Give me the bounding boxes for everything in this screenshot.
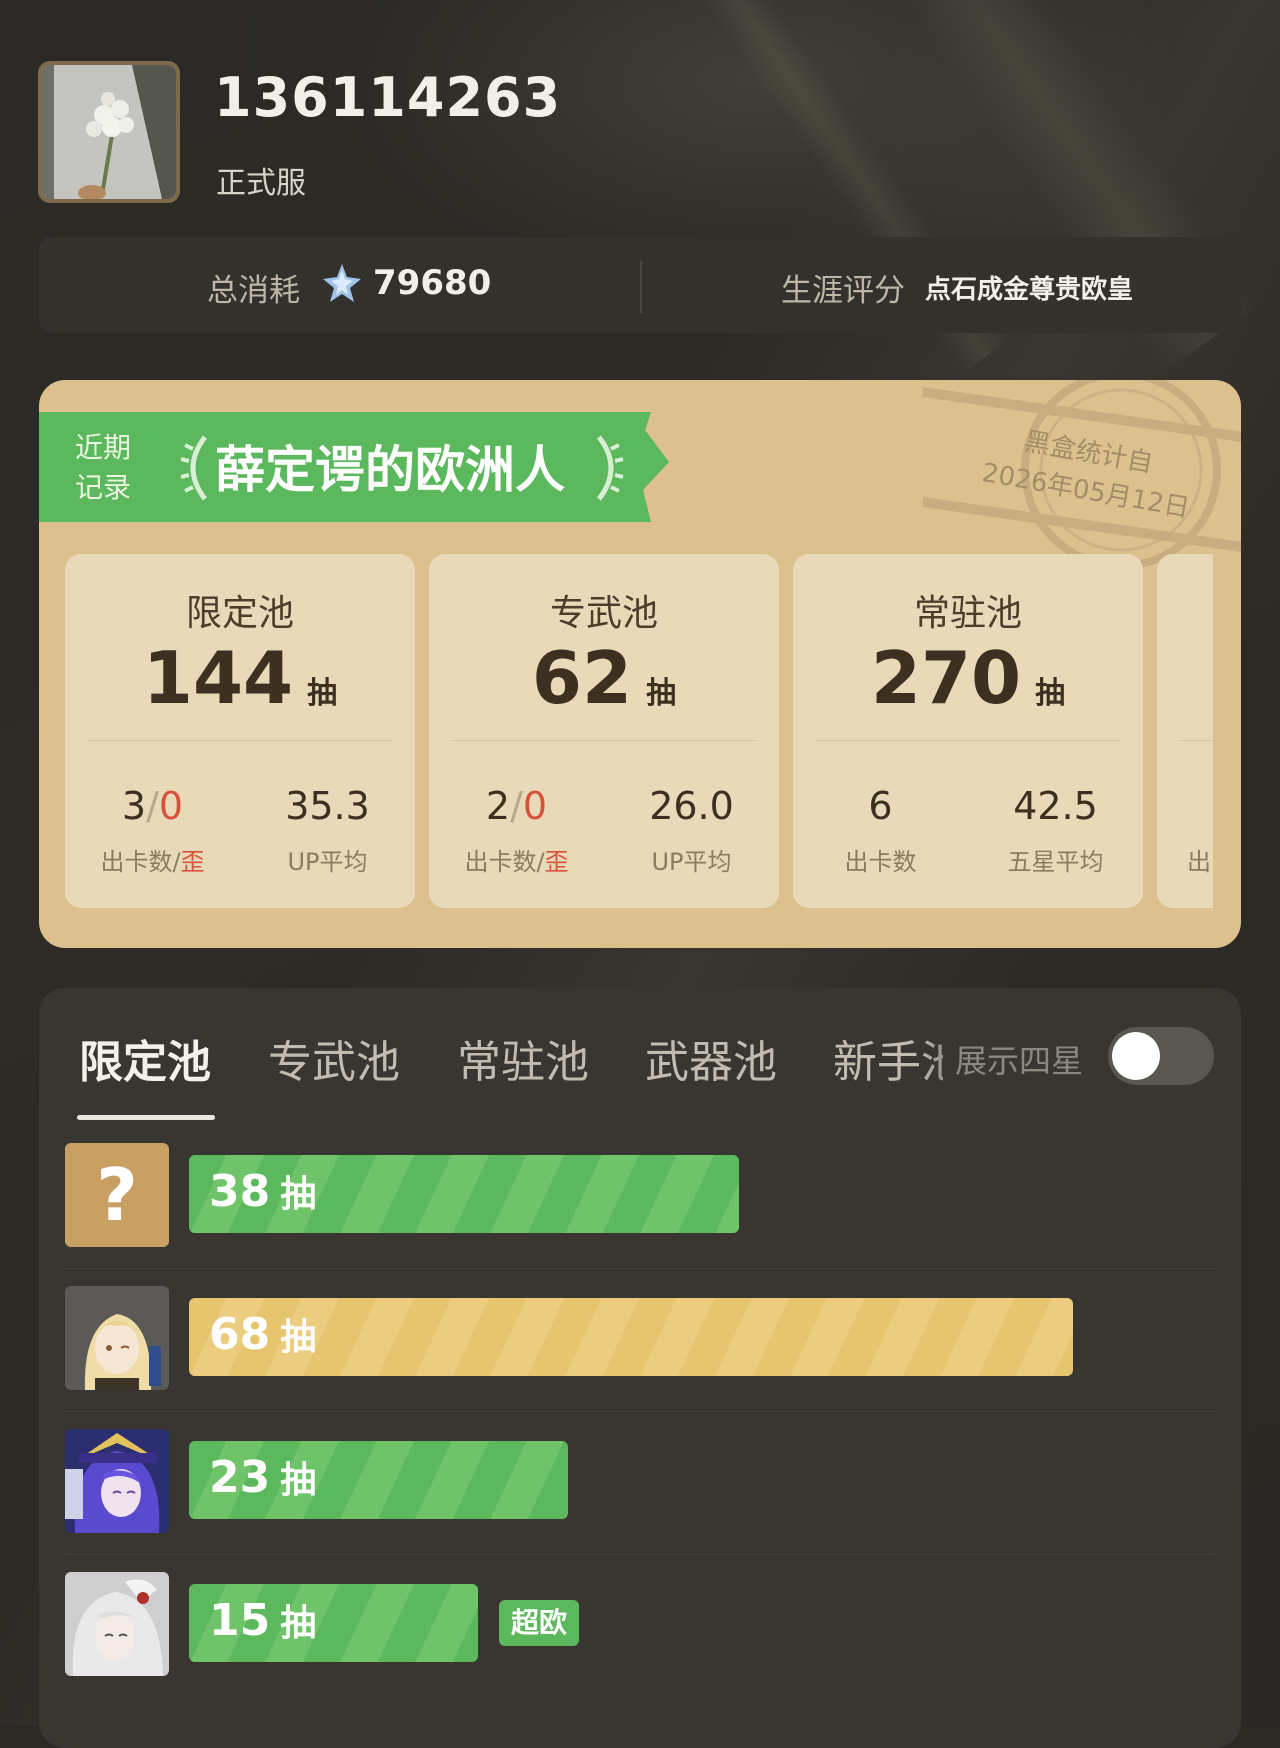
- cards-obtained-label: 出卡数/歪: [100, 848, 205, 876]
- pull-record-row[interactable]: 68 抽: [65, 1286, 1215, 1390]
- row-divider: [65, 1411, 1215, 1412]
- up-average-value: 35.3: [285, 784, 370, 828]
- pool-name: 专武池: [549, 593, 658, 634]
- pool-name: 常驻池: [913, 593, 1022, 634]
- pool-history-panel: 限定池 专武池 常驻池 武器池 新手池 展示四星 ? 38抽 68抽: [39, 988, 1241, 1748]
- laurel-left-icon: [180, 435, 208, 501]
- tab-weapon[interactable]: 武器池: [645, 1026, 777, 1090]
- pool-card-limited[interactable]: 限定池 144 抽 3/0 出卡数/歪 35.3 UP平均: [65, 554, 415, 908]
- cards-obtained-value: 6: [868, 784, 893, 828]
- pull-record-row[interactable]: 15 抽 超欧: [65, 1572, 1215, 1676]
- pool-pull-count: 144 抽: [142, 636, 338, 720]
- divider: [640, 261, 642, 313]
- show-four-star-toggle[interactable]: [1108, 1027, 1214, 1085]
- pull-count-text: 15 抽: [209, 1595, 317, 1646]
- summary-bar: 总消耗 79680 生涯评分 点石成金尊贵欧皇: [39, 237, 1241, 333]
- tab-weapon-signature[interactable]: 专武池: [268, 1026, 400, 1090]
- pull-count-bar: 68 抽: [189, 1298, 1073, 1376]
- row-divider: [65, 1268, 1215, 1269]
- pull-count-bar: 15 抽: [189, 1584, 478, 1662]
- record-title: 薛定谔的欧洲人: [215, 441, 565, 499]
- divider: [451, 740, 757, 741]
- cards-obtained-label: 出卡数: [844, 848, 917, 876]
- divider: [815, 740, 1121, 741]
- character-avatar-purple-hair: [65, 1429, 169, 1533]
- laurel-right-icon: [596, 435, 624, 501]
- user-avatar[interactable]: [38, 61, 180, 203]
- up-average-label: UP平均: [287, 848, 368, 876]
- pool-card-partial[interactable]: 出: [1157, 554, 1213, 908]
- cards-obtained-label: 出卡数/歪: [464, 848, 569, 876]
- unknown-icon: ?: [65, 1143, 169, 1247]
- show-four-star-label: 展示四星: [955, 1042, 1084, 1080]
- pull-count-text: 23 抽: [209, 1452, 317, 1503]
- five-star-average-value: 42.5: [1013, 784, 1098, 828]
- pull-record-row[interactable]: ? 38 抽: [65, 1143, 1215, 1247]
- pull-record-row[interactable]: 23 抽: [65, 1429, 1215, 1533]
- user-uid: 136114263: [214, 66, 562, 129]
- five-star-average-label: 五星平均: [1007, 848, 1104, 876]
- pull-count-text: 68 抽: [209, 1309, 317, 1360]
- total-spend-label: 总消耗: [207, 273, 300, 309]
- server-name: 正式服: [216, 166, 306, 201]
- partial-label: 出: [1187, 848, 1211, 876]
- career-score-value: 点石成金尊贵欧皇: [925, 275, 1134, 305]
- ribbon-label-line2: 记录: [75, 471, 132, 504]
- pool-card-standard[interactable]: 常驻池 270 抽 6 出卡数 42.5 五星平均: [793, 554, 1143, 908]
- up-average-value: 26.0: [649, 784, 734, 828]
- pull-count-text: 38 抽: [209, 1166, 317, 1217]
- recent-record-card: 黑盒统计自 2026年05月12日 近期 记录 薛定谔的欧洲人 限定池 144 抽…: [39, 380, 1241, 948]
- character-avatar-blonde: [65, 1286, 169, 1390]
- toggle-knob: [1112, 1032, 1160, 1080]
- flower-bouquet-photo: [42, 65, 176, 199]
- tab-standard[interactable]: 常驻池: [457, 1026, 589, 1090]
- cards-obtained-value: 2/0: [485, 784, 548, 828]
- character-avatar-white-hair: [65, 1572, 169, 1676]
- divider: [1179, 740, 1213, 741]
- ribbon-label-line1: 近期: [75, 431, 132, 464]
- total-spend-value: 79680: [373, 263, 492, 303]
- row-divider: [65, 1554, 1215, 1555]
- pool-pull-count: 62 抽: [531, 636, 677, 720]
- pull-count-bar: 23 抽: [189, 1441, 568, 1519]
- up-average-label: UP平均: [651, 848, 732, 876]
- pool-pull-count: 270 抽: [870, 636, 1066, 720]
- pool-name: 限定池: [185, 593, 294, 634]
- pull-count-bar: 38 抽: [189, 1155, 739, 1233]
- pool-card-weapon-signature[interactable]: 专武池 62 抽 2/0 出卡数/歪 26.0 UP平均: [429, 554, 779, 908]
- tab-limited[interactable]: 限定池: [79, 1026, 211, 1090]
- career-score-label: 生涯评分: [781, 273, 905, 309]
- star-jade-icon: [323, 264, 361, 302]
- active-tab-indicator: [77, 1115, 215, 1120]
- divider: [87, 740, 393, 741]
- super-lucky-badge: 超欧: [499, 1600, 580, 1646]
- cards-obtained-value: 3/0: [121, 784, 184, 828]
